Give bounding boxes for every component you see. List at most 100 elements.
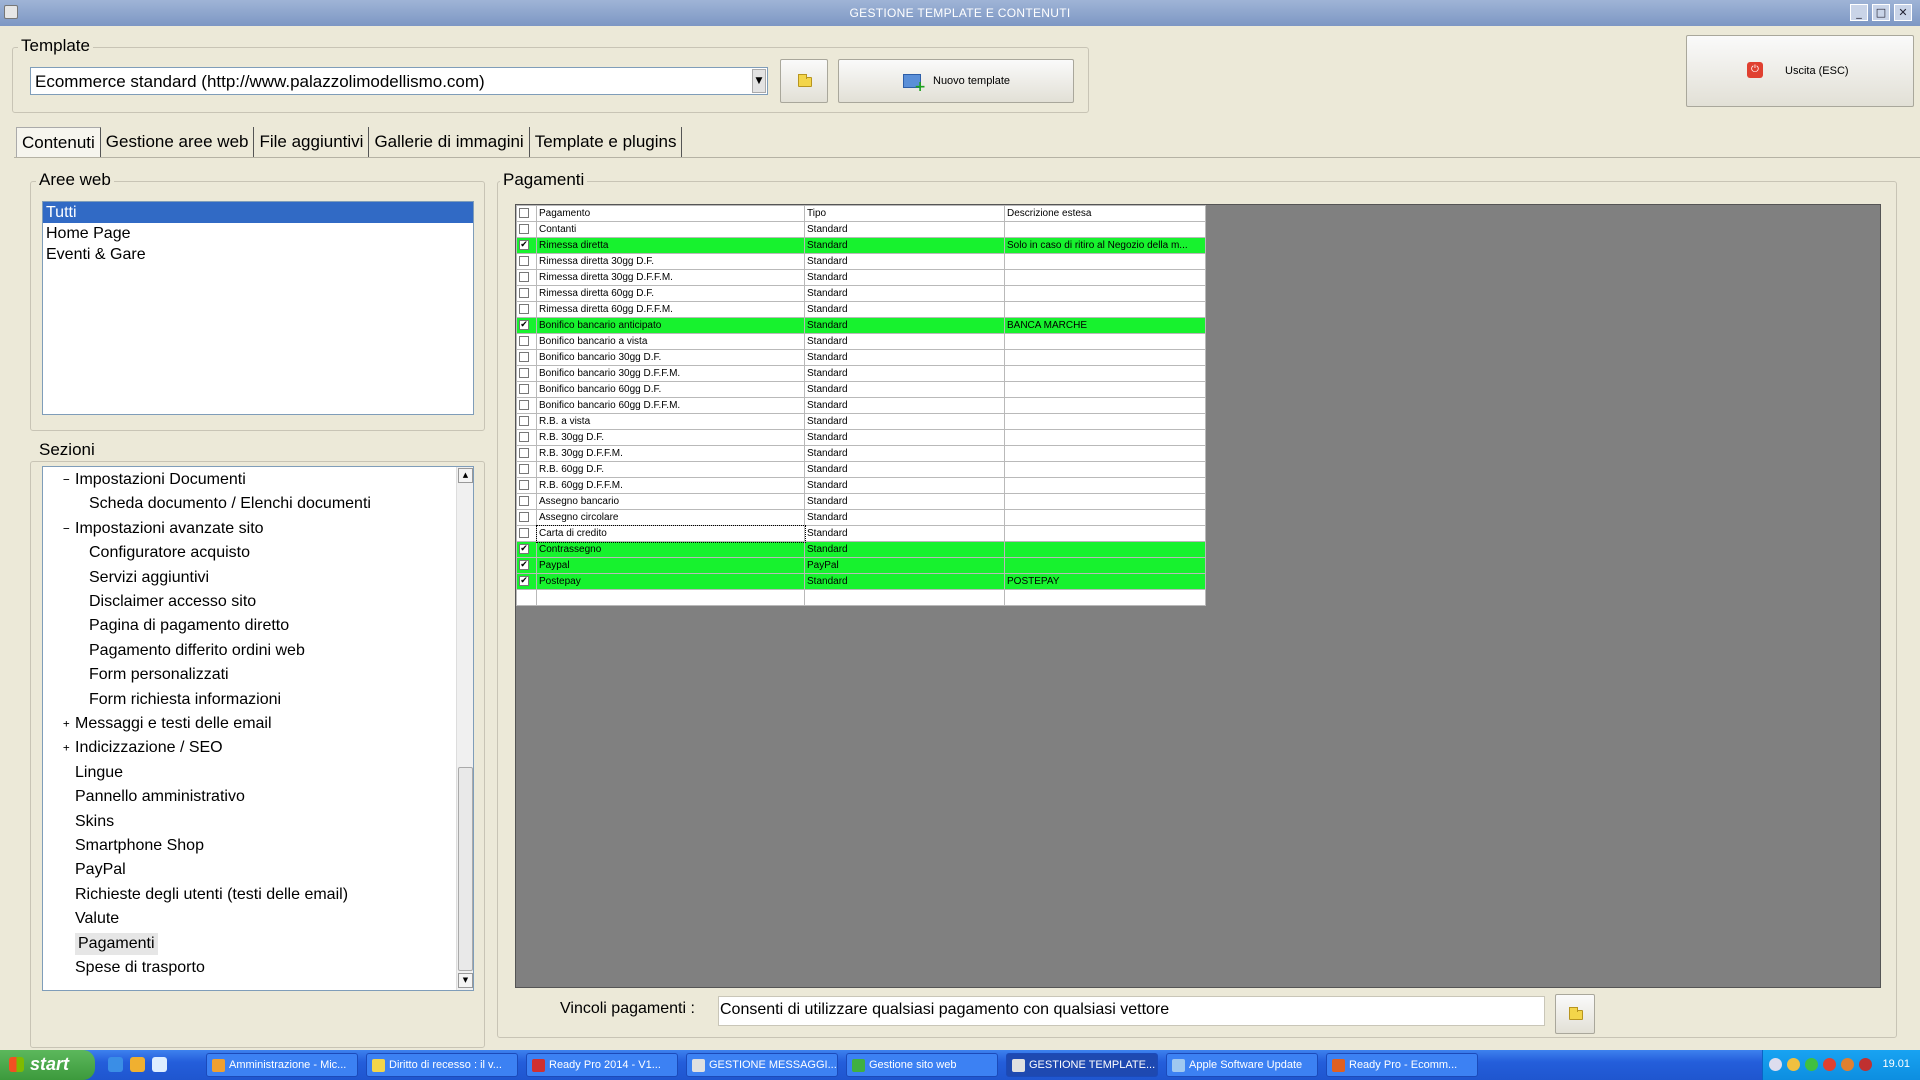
table-row[interactable]: R.B. 60gg D.F.F.M. Standard — [516, 477, 1206, 494]
scroll-down-button[interactable]: ▼ — [458, 973, 473, 988]
cell-pagamento[interactable]: R.B. 30gg D.F.F.M. — [536, 445, 805, 462]
cell-tipo[interactable]: Standard — [804, 461, 1005, 478]
tray-security-icon[interactable] — [1805, 1058, 1818, 1071]
sezioni-item[interactable]: Lingue — [75, 762, 123, 784]
cell-pagamento[interactable]: Bonifico bancario 30gg D.F.F.M. — [536, 365, 805, 382]
select-all-checkbox[interactable] — [516, 205, 537, 222]
row-checkbox[interactable] — [516, 365, 537, 382]
column-header-pagamento[interactable]: Pagamento — [536, 205, 805, 222]
cell-tipo[interactable]: Standard — [804, 381, 1005, 398]
row-checkbox[interactable] — [516, 301, 537, 318]
taskbar-item[interactable]: Ready Pro 2014 - V1... — [526, 1053, 678, 1077]
table-row[interactable]: R.B. 30gg D.F.F.M. Standard — [516, 445, 1206, 462]
row-checkbox[interactable] — [516, 333, 537, 350]
cell-pagamento[interactable]: Assegno bancario — [536, 493, 805, 510]
cell-pagamento[interactable]: Rimessa diretta 30gg D.F.F.M. — [536, 269, 805, 286]
cell-descrizione[interactable]: BANCA MARCHE — [1004, 317, 1206, 334]
row-checkbox[interactable]: ✔ — [516, 541, 537, 558]
row-checkbox[interactable]: ✔ — [516, 557, 537, 574]
taskbar-item[interactable]: Amministrazione - Mic... — [206, 1053, 358, 1077]
sezioni-item[interactable]: Smartphone Shop — [75, 835, 204, 857]
row-checkbox[interactable]: ✔ — [516, 237, 537, 254]
cell-descrizione[interactable]: Solo in caso di ritiro al Negozio della … — [1004, 237, 1206, 254]
cell-pagamento[interactable]: R.B. a vista — [536, 413, 805, 430]
row-checkbox[interactable] — [516, 253, 537, 270]
ie-icon[interactable] — [108, 1057, 123, 1072]
row-checkbox[interactable] — [516, 285, 537, 302]
sezioni-item[interactable]: Impostazioni Documenti — [75, 469, 246, 491]
cell-tipo[interactable]: Standard — [804, 237, 1005, 254]
table-row[interactable]: Bonifico bancario 60gg D.F.F.M. Standard — [516, 397, 1206, 414]
taskbar-item[interactable]: GESTIONE TEMPLATE... — [1006, 1053, 1158, 1077]
sezioni-item[interactable]: Messaggi e testi delle email — [75, 713, 272, 735]
cell-tipo[interactable]: Standard — [804, 541, 1005, 558]
tray-network-icon[interactable] — [1769, 1058, 1782, 1071]
cell-pagamento[interactable]: Rimessa diretta 60gg D.F. — [536, 285, 805, 302]
cell-descrizione[interactable] — [1004, 413, 1206, 430]
aree-web-item[interactable]: Home Page — [43, 223, 473, 244]
sezioni-scrollbar[interactable]: ▲ ▼ — [456, 467, 473, 990]
taskbar-item[interactable]: Gestione sito web — [846, 1053, 998, 1077]
template-select[interactable]: Ecommerce standard (http://www.palazzoli… — [30, 67, 768, 95]
sezioni-item[interactable]: Pagina di pagamento diretto — [89, 615, 289, 637]
cell-pagamento[interactable]: Contanti — [536, 221, 805, 238]
sezioni-item[interactable]: Pagamenti — [75, 932, 158, 955]
table-row[interactable]: Carta di credito Standard — [516, 524, 1206, 543]
sezioni-item[interactable]: Scheda documento / Elenchi documenti — [89, 493, 371, 515]
table-row[interactable]: Bonifico bancario a vista Standard — [516, 333, 1206, 350]
sezioni-item[interactable]: PayPal — [75, 859, 126, 881]
cell-descrizione[interactable]: POSTEPAY — [1004, 573, 1206, 590]
row-checkbox[interactable] — [516, 493, 537, 510]
cell-tipo[interactable]: Standard — [804, 333, 1005, 350]
row-checkbox[interactable] — [516, 221, 537, 238]
row-checkbox[interactable] — [516, 381, 537, 398]
cell-tipo[interactable]: Standard — [804, 509, 1005, 526]
tray-update-icon[interactable] — [1841, 1058, 1854, 1071]
table-row[interactable]: Rimessa diretta 60gg D.F. Standard — [516, 285, 1206, 302]
row-checkbox[interactable] — [516, 397, 537, 414]
cell-tipo[interactable]: Standard — [804, 493, 1005, 510]
cell-pagamento[interactable]: Bonifico bancario a vista — [536, 333, 805, 350]
start-button[interactable]: start — [0, 1050, 95, 1080]
cell-tipo[interactable]: Standard — [804, 525, 1005, 542]
cell-pagamento[interactable]: Bonifico bancario 60gg D.F. — [536, 381, 805, 398]
cell-tipo[interactable]: Standard — [804, 285, 1005, 302]
cell-tipo[interactable]: Standard — [804, 317, 1005, 334]
exit-button[interactable]: ⏻ Uscita (ESC) — [1686, 35, 1914, 107]
table-row[interactable]: R.B. 30gg D.F. Standard — [516, 429, 1206, 446]
taskbar-item[interactable]: GESTIONE MESSAGGI... — [686, 1053, 838, 1077]
row-checkbox[interactable] — [516, 413, 537, 430]
row-checkbox[interactable] — [516, 477, 537, 494]
cell-descrizione[interactable] — [1004, 397, 1206, 414]
cell-descrizione[interactable] — [1004, 365, 1206, 382]
table-row[interactable]: Rimessa diretta 30gg D.F.F.M. Standard — [516, 269, 1206, 286]
cell-descrizione[interactable] — [1004, 557, 1206, 574]
cell-pagamento[interactable]: R.B. 60gg D.F. — [536, 461, 805, 478]
sezioni-item[interactable]: Pannello amministrativo — [75, 786, 245, 808]
aree-web-item[interactable]: Eventi & Gare — [43, 244, 473, 265]
cell-tipo[interactable]: Standard — [804, 301, 1005, 318]
cell-pagamento[interactable]: Postepay — [536, 573, 805, 590]
row-checkbox[interactable] — [516, 509, 537, 526]
cell-tipo[interactable]: Standard — [804, 413, 1005, 430]
table-row[interactable]: Bonifico bancario 30gg D.F.F.M. Standard — [516, 365, 1206, 382]
row-checkbox[interactable]: ✔ — [516, 317, 537, 334]
sezioni-tree[interactable]: − Impostazioni Documenti Scheda documento … — [42, 466, 474, 991]
close-button[interactable]: ✕ — [1894, 4, 1912, 21]
outlook-icon[interactable] — [130, 1057, 145, 1072]
tab-contenuti[interactable]: Contenuti — [16, 127, 101, 157]
cell-tipo[interactable]: Standard — [804, 365, 1005, 382]
cell-pagamento[interactable]: Paypal — [536, 557, 805, 574]
table-row[interactable]: ✔ Paypal PayPal — [516, 557, 1206, 574]
table-row[interactable]: Assegno circolare Standard — [516, 509, 1206, 526]
cell-descrizione[interactable] — [1004, 461, 1206, 478]
sezioni-item[interactable]: Form richiesta informazioni — [89, 689, 281, 711]
tab-template-e-plugins[interactable]: Template e plugins — [530, 127, 683, 157]
cell-pagamento[interactable]: Rimessa diretta — [536, 237, 805, 254]
minimize-button[interactable]: _ — [1850, 4, 1868, 21]
cell-pagamento[interactable]: Contrassegno — [536, 541, 805, 558]
row-checkbox[interactable] — [516, 525, 537, 542]
table-row[interactable]: Rimessa diretta 60gg D.F.F.M. Standard — [516, 301, 1206, 318]
cell-descrizione[interactable] — [1004, 333, 1206, 350]
cell-tipo[interactable]: Standard — [804, 253, 1005, 270]
